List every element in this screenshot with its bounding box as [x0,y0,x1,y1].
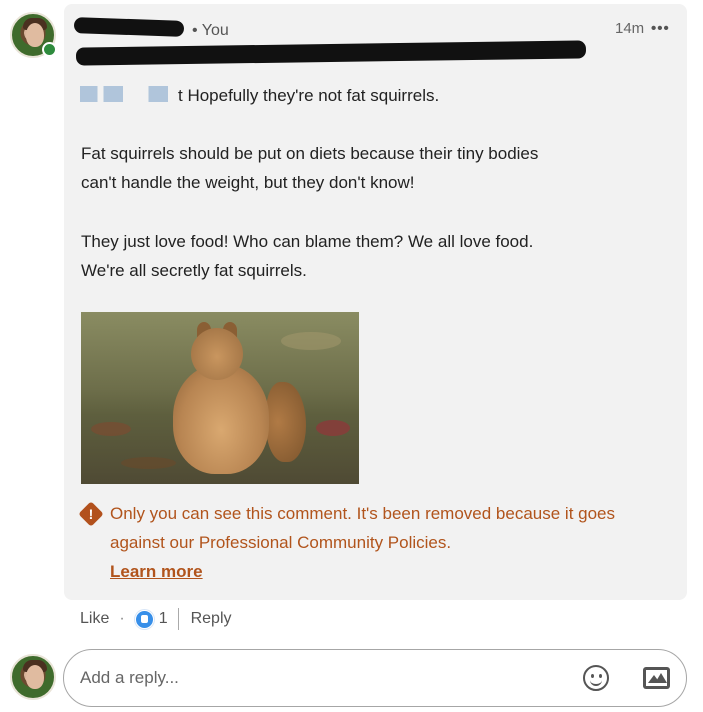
comment-first-line: t Hopefully they're not fat squirrels. [178,86,440,105]
image-icon[interactable] [643,667,670,689]
like-button[interactable]: Like [80,610,109,628]
image-icon-mountain [655,673,667,683]
divider [177,608,179,630]
squirrel-tail [266,382,306,462]
squirrel-photo[interactable] [81,312,359,484]
comment-timestamp: 14m [615,20,645,37]
emoji-mouth [590,677,602,686]
leaf [121,457,176,469]
reply-button[interactable]: Reply [191,610,232,628]
reaction-count[interactable]: 1 [159,610,168,628]
current-user-avatar [10,654,56,700]
squirrel-head [191,328,243,380]
avatar-face [26,665,44,689]
leaf [316,420,350,436]
online-status-dot [42,42,57,57]
leaf [91,422,131,436]
warning-icon-mark: ! [88,506,94,522]
squirrel-body [173,364,269,474]
leaf [281,332,341,350]
comment-paragraph-2: They just love food! Who can blame them?… [81,232,534,280]
reply-placeholder: Add a reply... [80,668,179,687]
removal-warning-text: Only you can see this comment. It's been… [110,504,616,552]
avatar-face [26,23,44,47]
comment-actions: Like · 1 Reply [80,607,232,631]
emoji-icon[interactable] [583,665,609,691]
like-reaction-icon[interactable] [134,609,154,629]
author-visibility-label: • You [192,22,229,39]
learn-more-link[interactable]: Learn more [110,557,203,586]
redacted-mention [80,86,178,102]
comment-paragraph-1: Fat squirrels should be put on diets bec… [81,144,539,192]
more-horizontal-icon[interactable]: ••• [651,20,670,37]
separator-dot: · [119,610,125,627]
